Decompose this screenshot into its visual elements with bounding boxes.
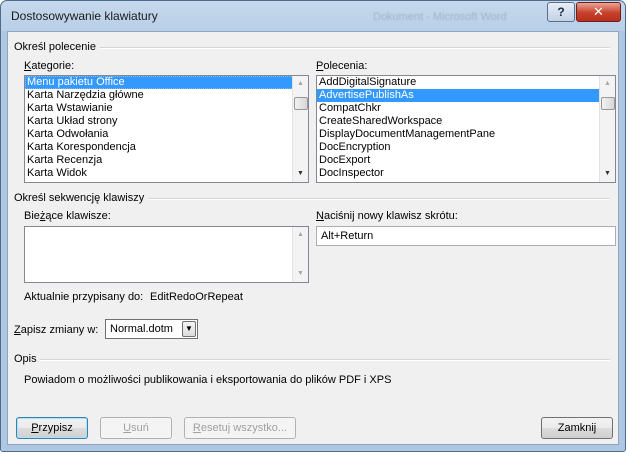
command-list-item[interactable]: CreateSharedWorkspace [317, 115, 615, 128]
command-list-item[interactable]: AdvertisePublishAs [317, 89, 615, 102]
title-bar[interactable]: Dostosowywanie klawiatury Dokument - Mic… [1, 1, 625, 31]
chevron-down-icon[interactable]: ▼ [182, 321, 196, 337]
category-list-item[interactable]: Karta Recenzja [25, 154, 308, 167]
categories-label: Kategorie: [24, 60, 75, 72]
scroll-thumb[interactable] [294, 97, 308, 110]
scroll-down-icon[interactable]: ▼ [293, 266, 308, 282]
group-divider [148, 198, 610, 200]
save-in-dropdown[interactable]: Normal.dotm ▼ [105, 319, 198, 339]
categories-listbox[interactable]: Menu pakietu Office Karta Narzędzia główn… [24, 75, 309, 183]
assigned-value: EditRedoOrRepeat [150, 291, 243, 303]
group-divider [100, 47, 610, 49]
command-list-item[interactable]: DisplayDocumentManagementPane [317, 128, 615, 141]
categories-items: Menu pakietu Office Karta Narzędzia główn… [25, 76, 308, 180]
category-list-item[interactable]: Karta Widok [25, 167, 308, 180]
command-list-item[interactable]: CompatChkr [317, 102, 615, 115]
categories-scrollbar[interactable]: ▲ ▼ [292, 76, 308, 182]
command-list-item[interactable]: DocExport [317, 154, 615, 167]
description-text: Powiadom o możliwości publikowania i eks… [24, 374, 392, 386]
command-group-title: Określ polecenie [14, 41, 96, 53]
commands-items: AddDigitalSignature AdvertisePublishAs Com… [317, 76, 615, 180]
scroll-up-icon[interactable]: ▲ [293, 76, 308, 92]
scroll-up-icon[interactable]: ▲ [600, 76, 615, 92]
category-list-item[interactable]: Karta Narzędzia główne [25, 89, 308, 102]
assign-button[interactable]: Przypisz [16, 417, 88, 439]
close-icon: ✕ [593, 4, 604, 19]
save-in-value: Normal.dotm [110, 323, 173, 335]
command-list-item[interactable]: DocInspector [317, 167, 615, 180]
window-close-button[interactable]: ✕ [576, 2, 621, 22]
new-shortcut-input[interactable]: Alt+Return [316, 226, 616, 246]
new-key-label: Naciśnij nowy klawisz skrótu: [316, 210, 458, 222]
scroll-down-icon[interactable]: ▼ [600, 166, 615, 182]
dialog-title: Dostosowywanie klawiatury [11, 9, 158, 23]
command-list-item[interactable]: DocEncryption [317, 141, 615, 154]
group-divider [40, 359, 610, 361]
category-list-item[interactable]: Menu pakietu Office [25, 76, 308, 89]
remove-button[interactable]: Usuń [100, 417, 172, 439]
category-list-item[interactable]: Karta Odwołania [25, 128, 308, 141]
assigned-label: Aktualnie przypisany do: [24, 291, 144, 303]
category-list-item[interactable]: Karta Wstawianie [25, 102, 308, 115]
commands-listbox[interactable]: AddDigitalSignature AdvertisePublishAs Com… [316, 75, 616, 183]
category-list-item[interactable]: Karta Korespondencja [25, 141, 308, 154]
command-list-item[interactable]: AddDigitalSignature [317, 76, 615, 89]
category-list-item[interactable]: Karta Układ strony [25, 115, 308, 128]
commands-scrollbar[interactable]: ▲ ▼ [599, 76, 615, 182]
scroll-up-icon[interactable]: ▲ [293, 227, 308, 243]
description-group-title: Opis [14, 353, 37, 365]
background-window-title: Dokument - Microsoft Word [373, 11, 507, 23]
close-button[interactable]: Zamknij [541, 417, 613, 439]
scroll-thumb[interactable] [601, 97, 615, 110]
customize-keyboard-dialog: Dostosowywanie klawiatury Dokument - Mic… [0, 0, 626, 452]
keys-group-title: Określ sekwencję klawiszy [14, 192, 145, 204]
current-keys-listbox[interactable]: ▲ ▼ [24, 226, 309, 283]
dialog-body: Określ polecenie Kategorie: Menu pakietu… [7, 31, 619, 445]
current-keys-scrollbar[interactable]: ▲ ▼ [292, 227, 308, 282]
commands-label: Polecenia: [316, 60, 368, 72]
save-in-label: Zapisz zmiany w: [14, 324, 99, 336]
scroll-down-icon[interactable]: ▼ [293, 166, 308, 182]
help-button[interactable]: ? [547, 2, 575, 22]
reset-all-button[interactable]: Resetuj wszystko... [184, 417, 296, 439]
current-keys-label: Bieżące klawisze: [24, 210, 111, 222]
